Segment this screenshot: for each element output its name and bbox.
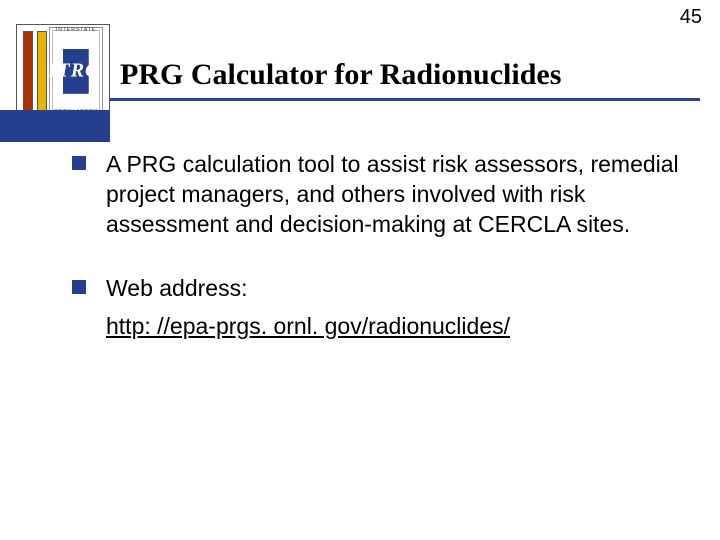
bullet-item: A PRG calculation tool to assist risk as… bbox=[72, 150, 690, 240]
bullet-marker-icon bbox=[72, 156, 86, 170]
title-underline bbox=[110, 98, 700, 101]
slide: 45 INTERSTATE REGULATORY ITRC PRG Calcul… bbox=[0, 0, 720, 540]
bullet-text: A PRG calculation tool to assist risk as… bbox=[106, 150, 690, 240]
bullet-item: Web address: http: //epa-prgs. ornl. gov… bbox=[72, 274, 690, 342]
slide-content: A PRG calculation tool to assist risk as… bbox=[72, 150, 690, 375]
slide-title: PRG Calculator for Radionuclides bbox=[120, 58, 561, 92]
slide-header: INTERSTATE REGULATORY ITRC PRG Calculato… bbox=[0, 24, 720, 118]
header-accent-bar bbox=[0, 110, 110, 142]
web-address-link[interactable]: http: //epa-prgs. ornl. gov/radionuclide… bbox=[106, 312, 510, 342]
bullet-text: Web address: http: //epa-prgs. ornl. gov… bbox=[106, 274, 510, 342]
logo-word-top: INTERSTATE bbox=[49, 27, 103, 33]
logo-acronym: ITRC bbox=[49, 60, 100, 83]
bullet-label: Web address: bbox=[106, 275, 247, 301]
bullet-marker-icon bbox=[72, 280, 86, 294]
itrc-logo: INTERSTATE REGULATORY ITRC bbox=[16, 24, 110, 118]
